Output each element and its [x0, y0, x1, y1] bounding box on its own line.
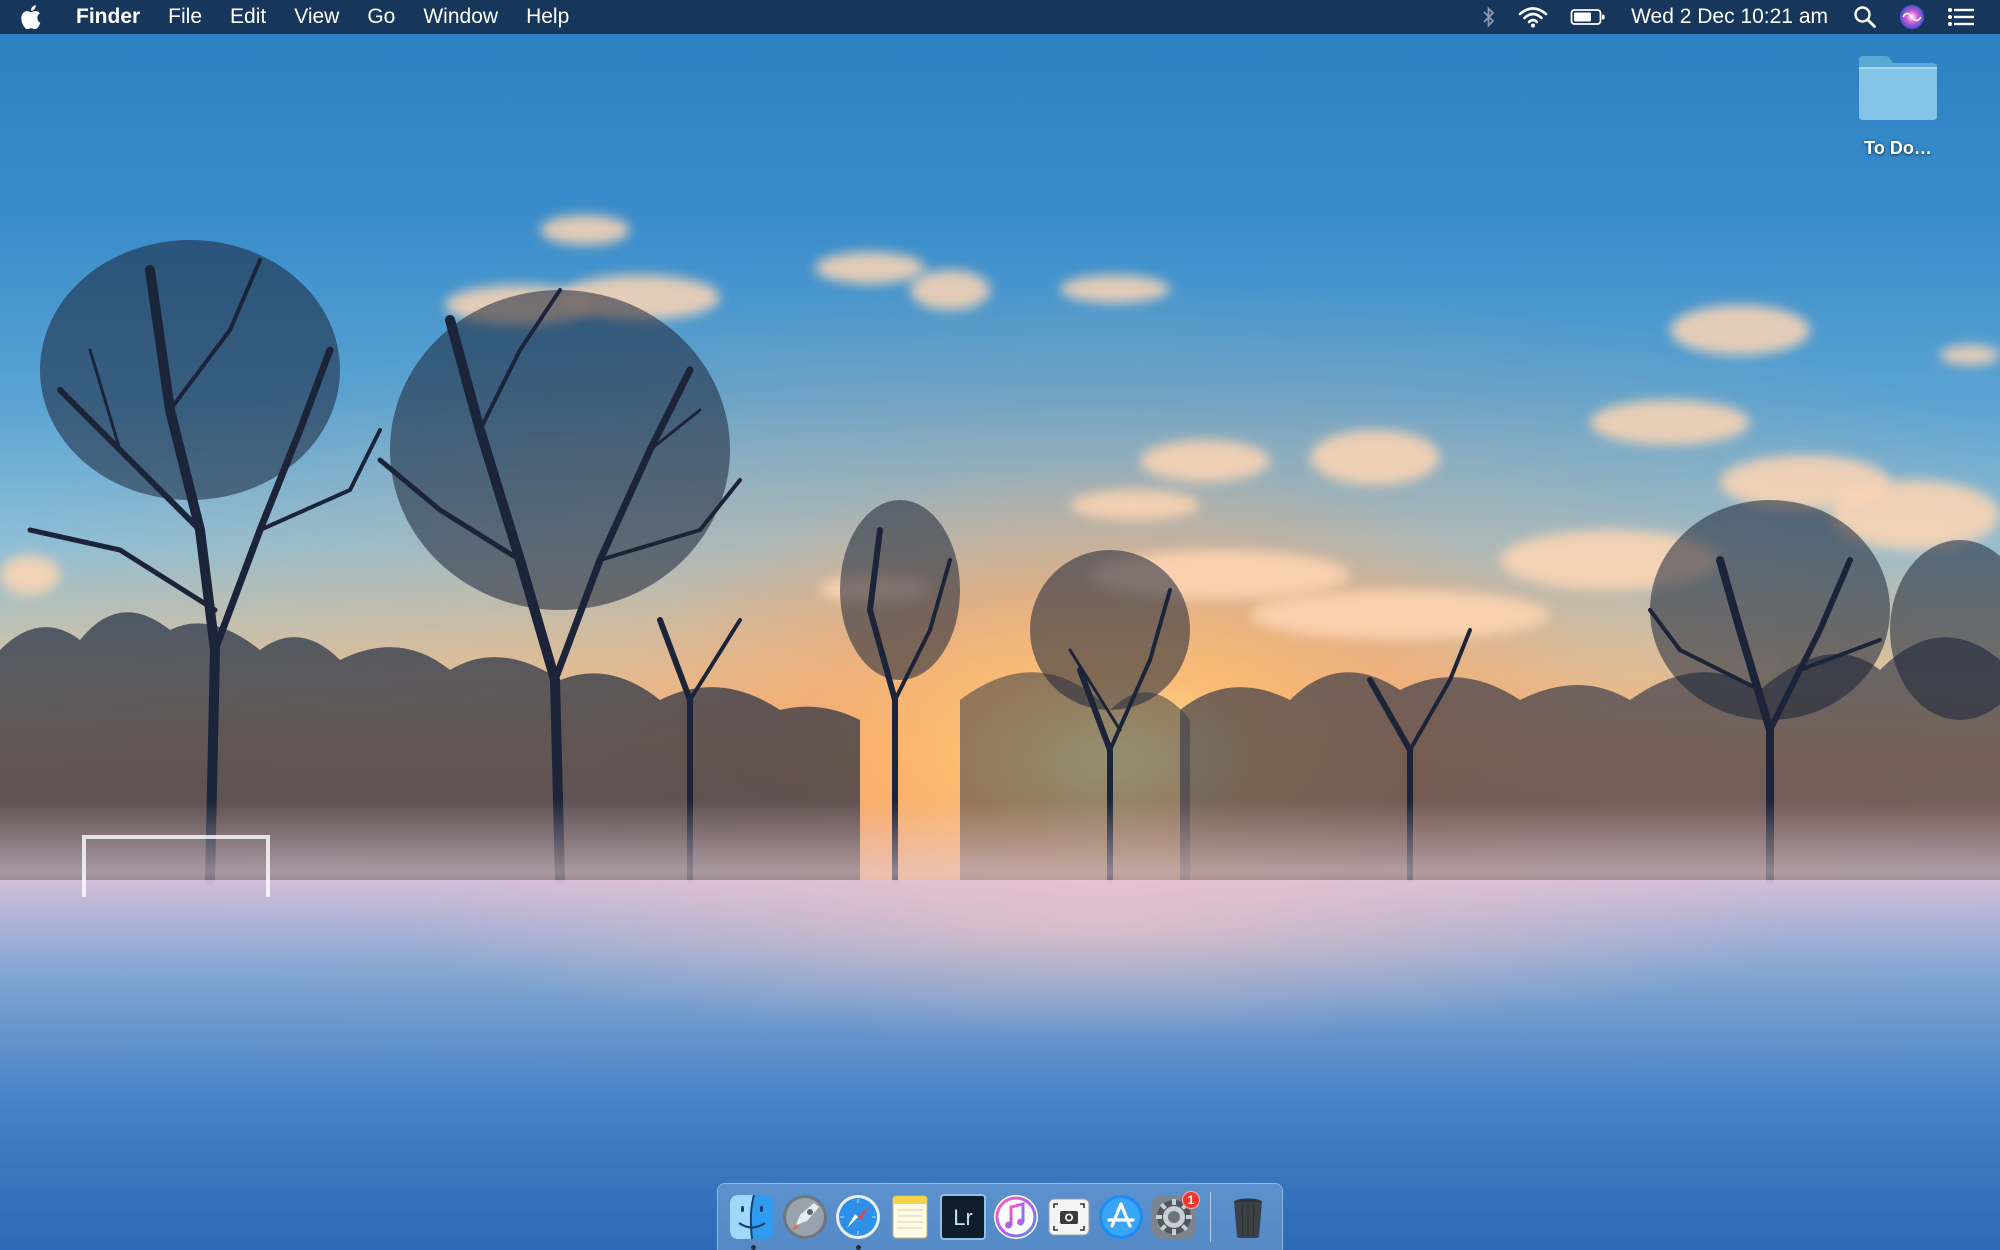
running-indicator	[750, 1245, 756, 1250]
running-indicator	[855, 1245, 861, 1250]
bluetooth-icon[interactable]	[1471, 0, 1507, 34]
menu-view[interactable]: View	[280, 0, 353, 34]
football-goal	[82, 835, 270, 897]
itunes-icon	[993, 1195, 1038, 1239]
lightroom-label: Lr	[953, 1205, 973, 1230]
desktop-folder-label: To Do…	[1864, 138, 1932, 158]
lightroom-icon: Lr	[940, 1194, 987, 1240]
notification-badge: 1	[1181, 1191, 1200, 1209]
dock-app-screenshot[interactable]	[1043, 1191, 1095, 1243]
app-store-icon	[1099, 1195, 1144, 1239]
dock-app-safari[interactable]	[832, 1191, 884, 1250]
dock-app-system-preferences[interactable]: 1	[1148, 1191, 1200, 1243]
siri-icon[interactable]	[1888, 0, 1936, 34]
safari-icon	[835, 1195, 880, 1239]
dock-app-notes[interactable]	[885, 1191, 937, 1243]
dock-app-trash[interactable]	[1222, 1191, 1274, 1243]
menu-bar-status-area: Wed 2 Dec 10:21 am	[1471, 0, 2000, 34]
menu-bar-left: Finder File Edit View Go Window Help	[0, 0, 583, 34]
notification-center-icon[interactable]	[1936, 0, 1986, 34]
menu-edit[interactable]: Edit	[216, 0, 280, 34]
menu-go[interactable]: Go	[353, 0, 409, 34]
desktop-folder-to-do[interactable]: To Do…	[1840, 52, 1956, 159]
menu-bar-clock[interactable]: Wed 2 Dec 10:21 am	[1617, 5, 1842, 29]
menu-file[interactable]: File	[154, 0, 216, 34]
dock-app-launchpad[interactable]	[779, 1191, 831, 1243]
wifi-icon[interactable]	[1507, 0, 1559, 34]
trash-icon	[1233, 1198, 1262, 1238]
folder-icon	[1855, 52, 1941, 124]
screenshot-icon	[1048, 1198, 1090, 1236]
dock: Lr 1	[717, 1183, 1283, 1250]
dock-app-app-store[interactable]	[1095, 1191, 1147, 1243]
dock-separator	[1210, 1192, 1212, 1242]
app-menu-finder[interactable]: Finder	[62, 0, 154, 34]
apple-menu-icon[interactable]	[0, 0, 62, 34]
menu-bar: Finder File Edit View Go Window Help Wed…	[0, 0, 2000, 34]
dock-app-finder[interactable]	[727, 1191, 779, 1250]
battery-icon[interactable]	[1559, 0, 1617, 34]
launchpad-icon	[783, 1195, 828, 1239]
finder-icon	[730, 1194, 775, 1240]
desktop-wallpaper	[0, 0, 2000, 1250]
dock-app-itunes[interactable]	[990, 1191, 1042, 1243]
spotlight-search-icon[interactable]	[1842, 0, 1888, 34]
menu-help[interactable]: Help	[512, 0, 583, 34]
dock-app-lightroom[interactable]: Lr	[937, 1191, 989, 1243]
notes-icon	[892, 1195, 928, 1239]
menu-window[interactable]: Window	[409, 0, 512, 34]
